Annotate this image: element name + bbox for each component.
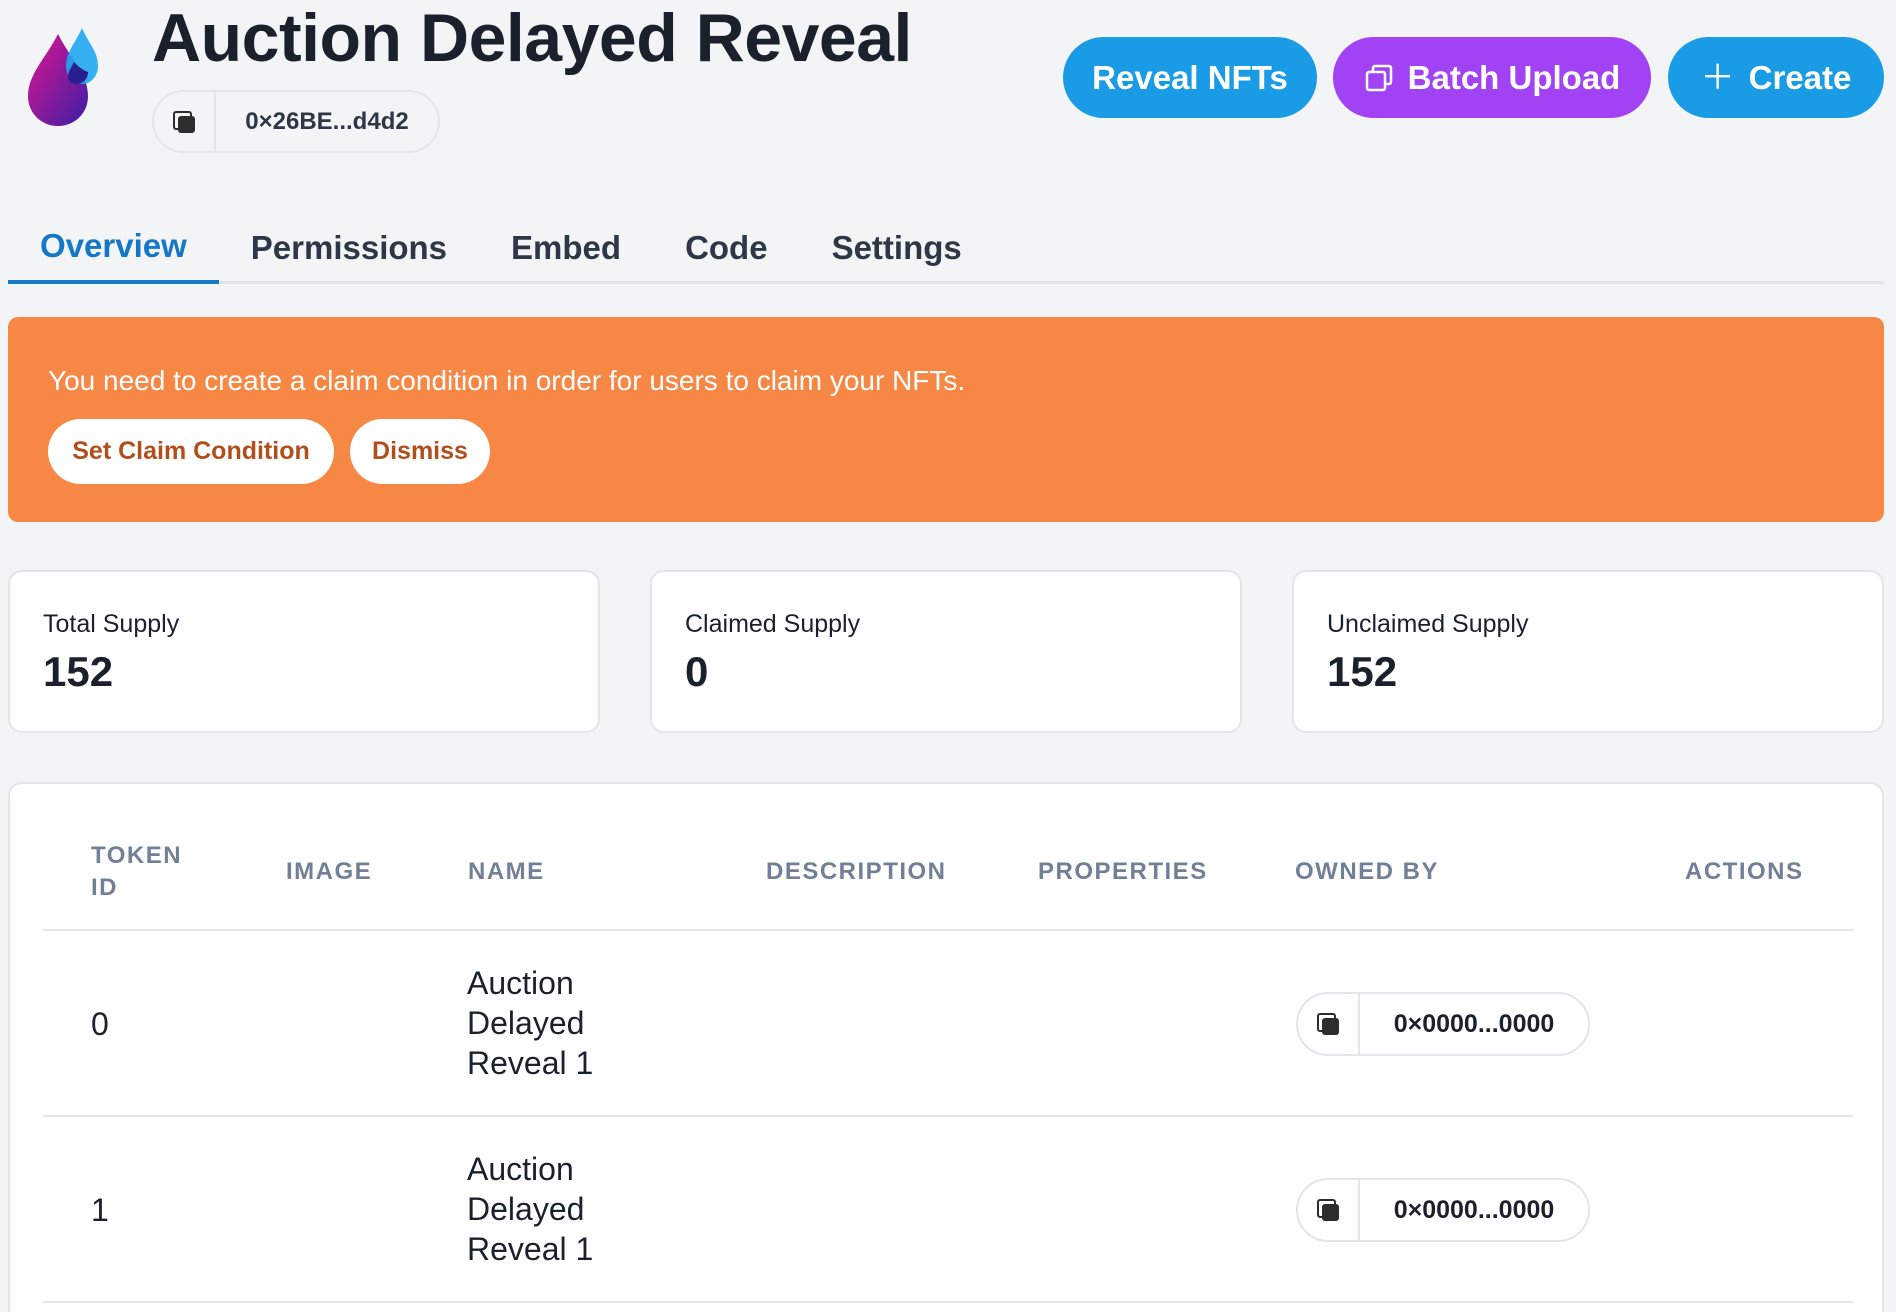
stat-card-total-supply: Total Supply 152 (8, 570, 600, 733)
alert-message: You need to create a claim condition in … (48, 365, 966, 396)
column-header-actions[interactable]: ACTIONS (1685, 856, 1804, 888)
stat-value: 0 (685, 648, 709, 695)
batch-upload-button[interactable]: Batch Upload (1333, 37, 1651, 118)
claim-condition-alert: You need to create a claim condition in … (8, 317, 1884, 522)
stat-label: Claimed Supply (685, 610, 861, 638)
tab-embed[interactable]: Embed (479, 212, 653, 284)
owner-address-pill[interactable]: 0×0000...0000 (1296, 1178, 1590, 1242)
token-id-cell: 1 (91, 1191, 109, 1228)
owner-address-pill[interactable]: 0×0000...0000 (1296, 992, 1590, 1056)
stat-value: 152 (43, 648, 114, 695)
stat-label: Total Supply (43, 610, 180, 638)
create-button[interactable]: ＋ Create (1668, 37, 1884, 118)
table-row[interactable]: 0 Auction Delayed Reveal 1 0×0000...0000 (43, 931, 1853, 1117)
set-claim-condition-button[interactable]: Set Claim Condition (48, 419, 334, 484)
copy-owner-button[interactable] (1298, 1180, 1360, 1240)
stat-card-claimed-supply: Claimed Supply 0 (650, 570, 1242, 733)
tab-overview[interactable]: Overview (8, 212, 219, 284)
copy-address-button[interactable] (154, 92, 216, 151)
name-cell: Auction Delayed Reveal 1 (467, 1151, 594, 1267)
tab-code[interactable]: Code (653, 212, 800, 284)
name-cell: Auction Delayed Reveal 1 (467, 965, 594, 1081)
column-header-owned-by[interactable]: OWNED BY (1295, 856, 1439, 888)
owner-address-text: 0×0000...0000 (1393, 1009, 1555, 1038)
copy-icon (1317, 1013, 1339, 1035)
contract-address-pill[interactable]: 0×26BE...d4d2 (152, 90, 440, 153)
copy-owner-button[interactable] (1298, 994, 1360, 1054)
copy-icon (1317, 1199, 1339, 1221)
column-header-properties[interactable]: PROPERTIES (1038, 856, 1208, 888)
reveal-nfts-button[interactable]: Reveal NFTs (1063, 37, 1317, 118)
table-row[interactable]: 1 Auction Delayed Reveal 1 0×0000...0000 (43, 1117, 1853, 1303)
column-header-description[interactable]: DESCRIPTION (766, 856, 947, 888)
dismiss-button[interactable]: Dismiss (350, 419, 490, 484)
reveal-nfts-label: Reveal NFTs (1092, 58, 1288, 96)
tab-bar: Overview Permissions Embed Code Settings (8, 212, 1884, 284)
nft-table: TOKEN ID IMAGE NAME DESCRIPTION PROPERTI… (8, 782, 1884, 1312)
stat-card-unclaimed-supply: Unclaimed Supply 152 (1292, 570, 1884, 733)
copy-icon (173, 110, 195, 133)
token-id-cell: 0 (91, 1005, 109, 1042)
stat-value: 152 (1327, 648, 1398, 695)
column-header-token-id[interactable]: TOKEN ID (91, 840, 201, 904)
column-header-image[interactable]: IMAGE (286, 856, 372, 888)
stat-label: Unclaimed Supply (1327, 610, 1529, 638)
app-logo-icon (28, 28, 98, 126)
create-label: Create (1748, 58, 1852, 96)
batch-upload-label: Batch Upload (1407, 58, 1621, 96)
contract-address-text: 0×26BE...d4d2 (245, 107, 409, 135)
owner-address-text: 0×0000...0000 (1393, 1195, 1555, 1224)
column-header-name[interactable]: NAME (468, 856, 545, 888)
page-title: Auction Delayed Reveal (152, 0, 912, 76)
tab-settings[interactable]: Settings (800, 212, 994, 284)
plus-icon: ＋ (1700, 58, 1735, 97)
stack-copy-icon (1365, 64, 1392, 91)
tab-permissions[interactable]: Permissions (219, 212, 479, 284)
